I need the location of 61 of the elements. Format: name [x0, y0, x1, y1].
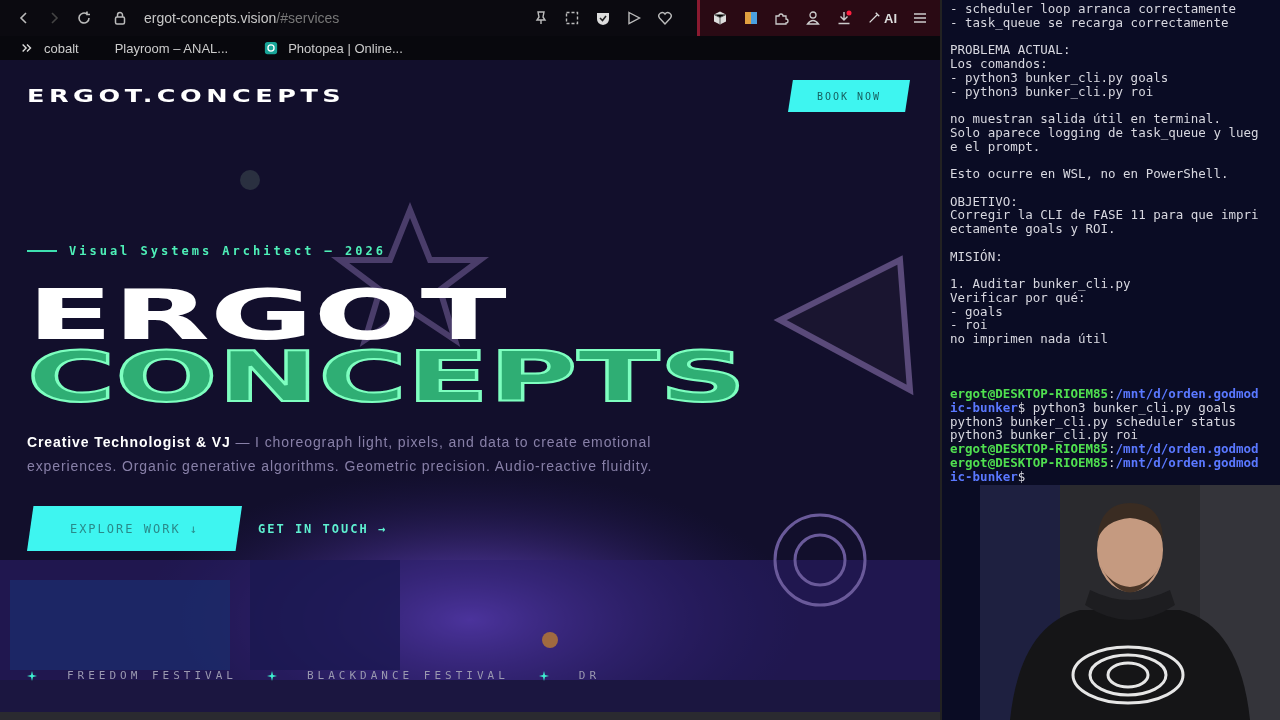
- terminal-text: - python3 bunker_cli.py goals: [950, 69, 1169, 85]
- tagline: Visual Systems Architect — 2026: [69, 244, 386, 258]
- bookmark[interactable]: Playroom – ANAL...: [114, 40, 229, 56]
- terminal-text: Esto ocurre en WSL, no en PowerShell.: [950, 166, 1229, 181]
- hero-subtitle: CONCEPTS: [27, 346, 747, 408]
- play-icon[interactable]: [626, 10, 642, 26]
- book-icon[interactable]: [743, 10, 759, 26]
- app-icon: [264, 41, 279, 55]
- pin-icon[interactable]: [533, 10, 549, 26]
- menu-icon[interactable]: [912, 10, 928, 26]
- terminal-text: ectamente goals y ROI.: [950, 221, 1116, 236]
- terminal-text: - scheduler loop arranca correctamente: [950, 1, 1236, 16]
- terminal-text: PROBLEMA ACTUAL:: [950, 42, 1071, 58]
- bookmark[interactable]: cobalt: [20, 40, 79, 56]
- terminal-text: ic-bunker: [950, 399, 1018, 415]
- download-icon[interactable]: [836, 10, 852, 26]
- sparkle-icon: [266, 670, 277, 681]
- get-in-touch-link[interactable]: GET IN TOUCH →: [258, 521, 388, 536]
- heart-icon[interactable]: [657, 10, 673, 26]
- terminal-text: Corregir la CLI de FASE 11 para que impri: [950, 207, 1259, 223]
- terminal-text: Verificar por qué:: [950, 289, 1086, 305]
- marquee-text: FREEDOM FESTIVAL: [67, 669, 237, 682]
- sparkle-icon: [27, 670, 37, 681]
- bookmark[interactable]: Photopea | Online...: [264, 40, 403, 56]
- cube-icon[interactable]: [712, 10, 728, 26]
- terminal-text: OBJETIVO:: [950, 193, 1018, 209]
- puzzle-icon[interactable]: [774, 10, 790, 26]
- terminal-text: no imprimen nada útil: [950, 331, 1109, 346]
- terminal-text: ic-bunker: [950, 468, 1018, 484]
- marquee-text: BLACKDANCE FESTIVAL: [306, 669, 509, 682]
- terminal-text: 1. Auditar bunker_cli.py: [950, 276, 1131, 291]
- lock-icon: [112, 10, 128, 26]
- intro-paragraph: Creative Technologist & VJ — I choreograph light, pixels, and data to create emotional experiences. Organic generative algorithms. Geometric precision. Audio-reactive fluidity.: [27, 433, 654, 476]
- person-icon[interactable]: [805, 10, 821, 26]
- terminal-text: :: [1108, 441, 1116, 456]
- terminal-text: /mnt/d/orden.godmod: [1115, 441, 1259, 456]
- marquee-text: DR: [578, 669, 601, 682]
- pen-icon: [867, 11, 881, 25]
- double-chevron-icon: [20, 41, 34, 55]
- terminal-text: MISIÓN:: [950, 248, 1003, 264]
- book-now-button[interactable]: BOOK NOW: [788, 80, 910, 112]
- sparkle-icon: [538, 670, 549, 681]
- shield-check-icon[interactable]: [595, 10, 611, 26]
- terminal-text: - goals: [950, 303, 1003, 319]
- terminal-text: ergot@DESKTOP-RIOEM85: [950, 386, 1109, 401]
- address-bar[interactable]: ergot-concepts.vision/#services: [106, 6, 519, 30]
- terminal-text: $: [1017, 468, 1026, 484]
- ai-button[interactable]: AI: [867, 10, 897, 26]
- screenshot-icon[interactable]: [564, 10, 580, 26]
- terminal-text: :: [1108, 454, 1116, 470]
- terminal-text: :: [1108, 386, 1116, 401]
- terminal-text: ergot@DESKTOP-RIOEM85: [950, 441, 1109, 456]
- terminal-text: python3 bunker_cli.py roi: [950, 427, 1139, 443]
- reload-icon[interactable]: [76, 10, 92, 26]
- terminal-text: no muestran salida útil en terminal.: [950, 111, 1221, 126]
- terminal-text: /mnt/d/orden.godmod: [1115, 386, 1259, 401]
- terminal-text: - roi: [950, 317, 988, 333]
- terminal-text: Solo aparece logging de task_queue y lueg: [950, 124, 1259, 140]
- site-logo[interactable]: ERGOT.CONCEPTS: [27, 86, 346, 106]
- hero-title: ERGOT: [27, 284, 507, 346]
- terminal-text: Los comandos:: [950, 56, 1048, 71]
